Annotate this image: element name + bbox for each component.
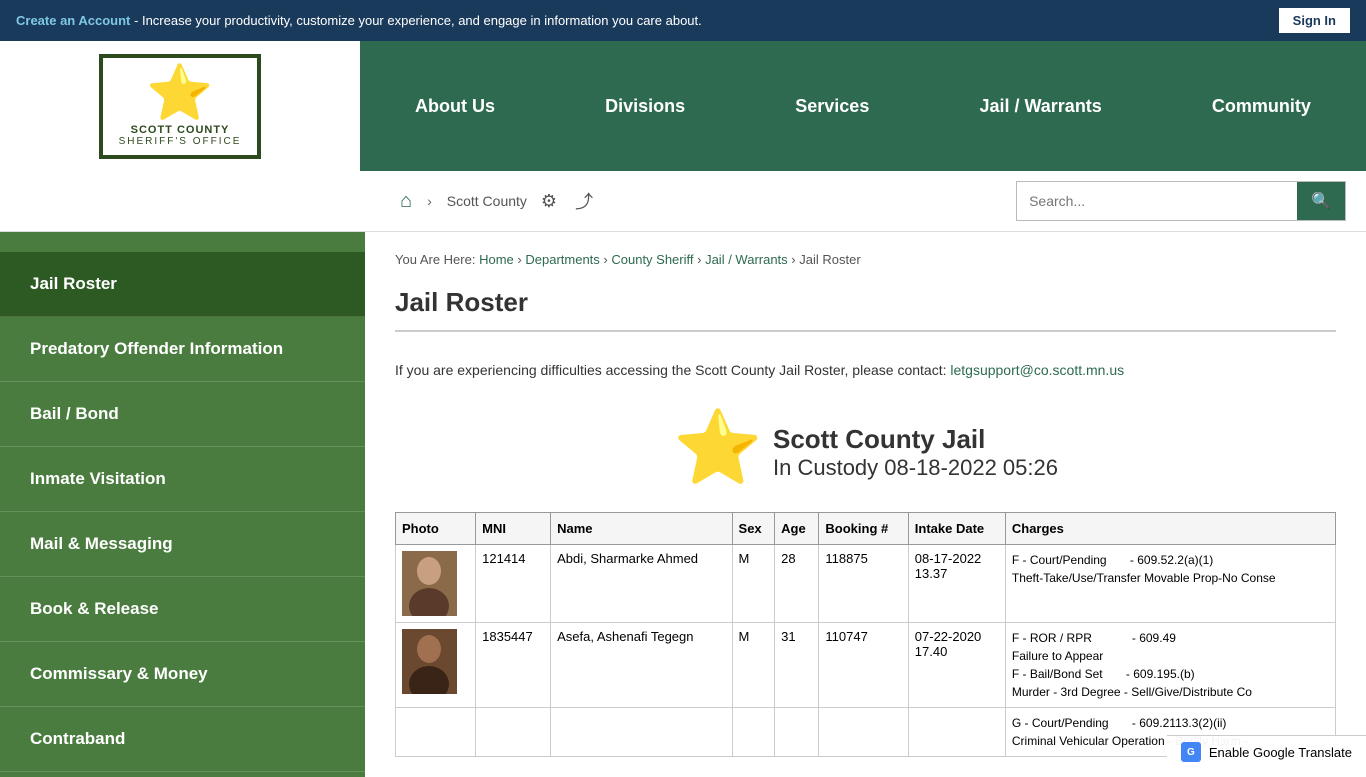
table-row: 121414 Abdi, Sharmarke Ahmed M 28 118875… <box>396 545 1336 623</box>
sidebar-item-contraband[interactable]: Contraband <box>0 707 365 772</box>
booking-cell: 118875 <box>819 545 908 623</box>
page-title: Jail Roster <box>395 287 1336 332</box>
search-input[interactable] <box>1017 185 1297 217</box>
banner-text: - Increase your productivity, customize … <box>134 13 702 28</box>
nav-header: ⭐ SCOTT COUNTY SHERIFF'S OFFICE About Us… <box>0 41 1366 171</box>
county-breadcrumb: Scott County <box>447 193 527 209</box>
col-mni: MNI <box>476 513 551 545</box>
main-navigation: About Us Divisions Services Jail / Warra… <box>360 41 1366 171</box>
col-photo: Photo <box>396 513 476 545</box>
col-age: Age <box>775 513 819 545</box>
nav-divisions[interactable]: Divisions <box>585 86 705 127</box>
col-intake-date: Intake Date <box>908 513 1005 545</box>
sidebar-item-inmate-visitation[interactable]: Inmate Visitation <box>0 447 365 512</box>
nav-community[interactable]: Community <box>1192 86 1331 127</box>
mni-cell: 1835447 <box>476 623 551 708</box>
sex-cell <box>732 708 775 757</box>
home-icon[interactable]: ⌂ <box>400 190 412 213</box>
search-button[interactable]: 🔍 <box>1297 182 1345 220</box>
jail-header: ⭐ Scott County Jail In Custody 08-18-202… <box>395 412 1336 492</box>
translate-label: Enable Google Translate <box>1209 745 1352 760</box>
age-cell: 31 <box>775 623 819 708</box>
sidebar: Jail Roster Predatory Offender Informati… <box>0 232 365 777</box>
roster-table: Photo MNI Name Sex Age Booking # Intake … <box>395 512 1336 757</box>
intake-date-cell: 07-22-202017.40 <box>908 623 1005 708</box>
sign-in-button[interactable]: Sign In <box>1279 8 1350 33</box>
age-cell: 28 <box>775 545 819 623</box>
settings-icon[interactable]: ⚙ <box>537 187 561 216</box>
secondary-nav: ⌂ › Scott County ⚙ ⤴ 🔍 <box>0 171 1366 232</box>
breadcrumb-departments[interactable]: Departments <box>525 252 599 267</box>
sidebar-item-predatory-offender[interactable]: Predatory Offender Information <box>0 317 365 382</box>
name-cell: Asefa, Ashenafi Tegegn <box>551 623 732 708</box>
jail-title: Scott County Jail In Custody 08-18-2022 … <box>773 424 1058 481</box>
nav-jail-warrants[interactable]: Jail / Warrants <box>959 86 1121 127</box>
create-account-link[interactable]: Create an Account <box>16 13 130 28</box>
booking-cell: 110747 <box>819 623 908 708</box>
jail-badge-icon: ⭐ <box>673 412 753 492</box>
secondary-nav-left: ⌂ › Scott County ⚙ ⤴ <box>400 184 597 218</box>
col-sex: Sex <box>732 513 775 545</box>
sex-cell: M <box>732 623 775 708</box>
search-area: 🔍 <box>1016 181 1346 221</box>
name-cell <box>551 708 732 757</box>
breadcrumb-home[interactable]: Home <box>479 252 514 267</box>
table-row: 1835447 Asefa, Ashenafi Tegegn M 31 1107… <box>396 623 1336 708</box>
jail-custody-date: In Custody 08-18-2022 05:26 <box>773 455 1058 481</box>
breadcrumb-county-sheriff[interactable]: County Sheriff <box>611 252 693 267</box>
inmate-photo-2 <box>402 629 457 694</box>
sidebar-item-commissary-money[interactable]: Commissary & Money <box>0 642 365 707</box>
mni-cell <box>476 708 551 757</box>
intake-date-cell: 08-17-202213.37 <box>908 545 1005 623</box>
jail-star-icon: ⭐ <box>673 408 763 488</box>
photo-cell <box>396 708 476 757</box>
logo-county-name: SCOTT COUNTY <box>131 124 230 136</box>
sheriff-star-icon: ⭐ <box>146 66 213 120</box>
col-name: Name <box>551 513 732 545</box>
name-cell: Abdi, Sharmarke Ahmed <box>551 545 732 623</box>
photo-cell <box>396 623 476 708</box>
photo-cell <box>396 545 476 623</box>
col-charges: Charges <box>1005 513 1335 545</box>
charges-cell: F - Court/Pending - 609.52.2(a)(1) Theft… <box>1005 545 1335 623</box>
sidebar-item-bail-bond[interactable]: Bail / Bond <box>0 382 365 447</box>
nav-services[interactable]: Services <box>775 86 889 127</box>
breadcrumb-current: Jail Roster <box>799 252 860 267</box>
translate-bar[interactable]: G Enable Google Translate <box>1167 735 1366 768</box>
jail-name: Scott County Jail <box>773 424 1058 455</box>
content-area: You Are Here: Home › Departments › Count… <box>365 232 1366 777</box>
booking-cell <box>819 708 908 757</box>
sidebar-item-mail-messaging[interactable]: Mail & Messaging <box>0 512 365 577</box>
nav-about-us[interactable]: About Us <box>395 86 515 127</box>
charges-cell: F - ROR / RPR - 609.49 Failure to Appear… <box>1005 623 1335 708</box>
sidebar-item-book-release[interactable]: Book & Release <box>0 577 365 642</box>
logo-area: ⭐ SCOTT COUNTY SHERIFF'S OFFICE <box>0 41 360 171</box>
banner-message: Create an Account - Increase your produc… <box>16 13 702 28</box>
sidebar-item-jail-roster[interactable]: Jail Roster <box>0 252 365 317</box>
top-banner: Create an Account - Increase your produc… <box>0 0 1366 41</box>
col-booking: Booking # <box>819 513 908 545</box>
logo-box: ⭐ SCOTT COUNTY SHERIFF'S OFFICE <box>99 54 262 159</box>
info-text: If you are experiencing difficulties acc… <box>395 352 1336 388</box>
age-cell <box>775 708 819 757</box>
support-email-link[interactable]: letgsupport@co.scott.mn.us <box>950 362 1124 378</box>
intake-date-cell <box>908 708 1005 757</box>
logo-office-name: SHERIFF'S OFFICE <box>119 136 242 147</box>
you-are-here: You Are Here: <box>395 252 475 267</box>
google-translate-icon: G <box>1181 742 1201 762</box>
mni-cell: 121414 <box>476 545 551 623</box>
breadcrumb-jail-warrants[interactable]: Jail / Warrants <box>705 252 788 267</box>
inmate-photo-1 <box>402 551 457 616</box>
main-layout: Jail Roster Predatory Offender Informati… <box>0 232 1366 777</box>
share-icon[interactable]: ⤴ <box>571 184 597 218</box>
sex-cell: M <box>732 545 775 623</box>
breadcrumb: You Are Here: Home › Departments › Count… <box>395 252 1336 267</box>
